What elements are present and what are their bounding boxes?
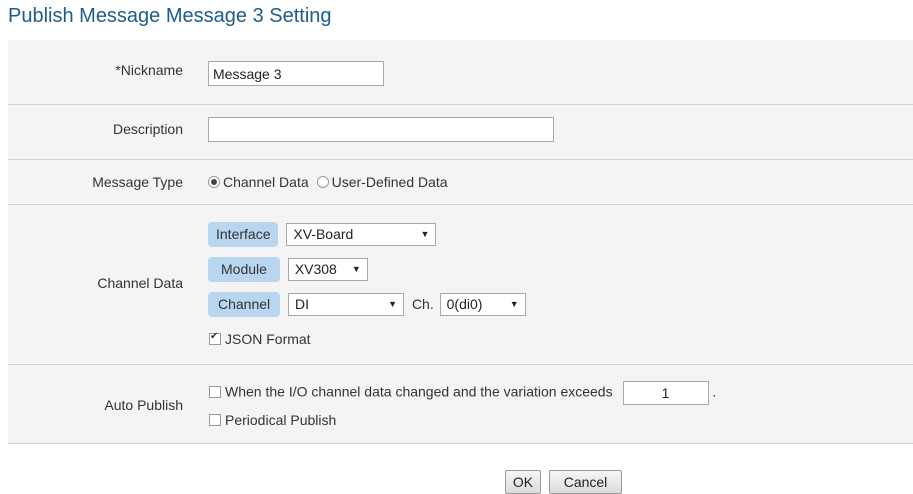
json-format-line: JSON Format	[209, 331, 311, 347]
channel-data-label: Channel Data	[97, 275, 183, 291]
description-label: Description	[112, 121, 183, 137]
variation-input[interactable]	[622, 381, 709, 405]
nickname-label: *Nickname	[115, 62, 183, 78]
ch-label: Ch.	[411, 296, 434, 312]
interface-select[interactable]: XV-Board ▼	[286, 223, 437, 246]
chevron-down-icon: ▼	[388, 299, 398, 309]
on-change-checkbox-icon[interactable]	[209, 385, 221, 398]
message-type-row: Message Type Channel Data User-Defined D…	[8, 160, 913, 205]
channel-line: Channel DI ▼ Ch. 0(di0) ▼	[208, 292, 526, 317]
auto-publish-label: Auto Publish	[104, 397, 183, 413]
nickname-input[interactable]	[208, 61, 384, 86]
radio-user-defined-label[interactable]: User-Defined Data	[332, 174, 448, 190]
interface-value: XV-Board	[293, 226, 354, 242]
ch-select[interactable]: 0(di0) ▼	[439, 293, 526, 316]
chevron-down-icon: ▼	[420, 229, 430, 239]
chevron-down-icon: ▼	[351, 264, 361, 274]
cancel-button[interactable]: Cancel	[549, 470, 622, 494]
module-select[interactable]: XV308 ▼	[287, 258, 368, 281]
module-tag: Module	[208, 257, 280, 282]
message-type-options: Channel Data User-Defined Data	[208, 174, 448, 190]
json-format-label[interactable]: JSON Format	[225, 331, 311, 347]
radio-channel-data-icon[interactable]	[208, 176, 220, 188]
variation-suffix: .	[712, 383, 717, 400]
ok-button[interactable]: OK	[505, 470, 541, 494]
module-line: Module XV308 ▼	[208, 257, 368, 282]
radio-user-defined-icon[interactable]	[316, 176, 329, 188]
json-format-checkbox-icon[interactable]	[209, 331, 221, 345]
periodical-line: Periodical Publish	[209, 412, 336, 428]
radio-channel-data-label[interactable]: Channel Data	[223, 174, 309, 190]
description-row: Description	[8, 105, 913, 160]
page-title: Publish Message Message 3 Setting	[8, 5, 332, 27]
settings-panel: *Nickname Description Message Type Chann…	[8, 40, 913, 444]
chevron-down-icon: ▼	[509, 299, 519, 309]
channel-value: DI	[295, 296, 310, 312]
nickname-row: *Nickname	[8, 40, 913, 105]
on-change-label[interactable]: When the I/O channel data changed and th…	[225, 384, 613, 400]
channel-tag: Channel	[208, 292, 281, 317]
message-type-label: Message Type	[92, 174, 183, 190]
ch-value: 0(di0)	[446, 296, 483, 312]
periodical-checkbox-icon[interactable]	[209, 414, 221, 426]
auto-publish-row: Auto Publish When the I/O channel data c…	[8, 365, 913, 444]
description-input[interactable]	[208, 117, 554, 142]
interface-tag: Interface	[208, 222, 279, 247]
periodical-label[interactable]: Periodical Publish	[225, 412, 336, 428]
channel-select[interactable]: DI ▼	[288, 293, 405, 316]
module-value: XV308	[294, 261, 337, 277]
on-change-line: When the I/O channel data changed and th…	[209, 381, 716, 405]
interface-line: Interface XV-Board ▼	[208, 222, 437, 247]
channel-data-row: Channel Data Interface XV-Board ▼ Module…	[8, 205, 913, 365]
